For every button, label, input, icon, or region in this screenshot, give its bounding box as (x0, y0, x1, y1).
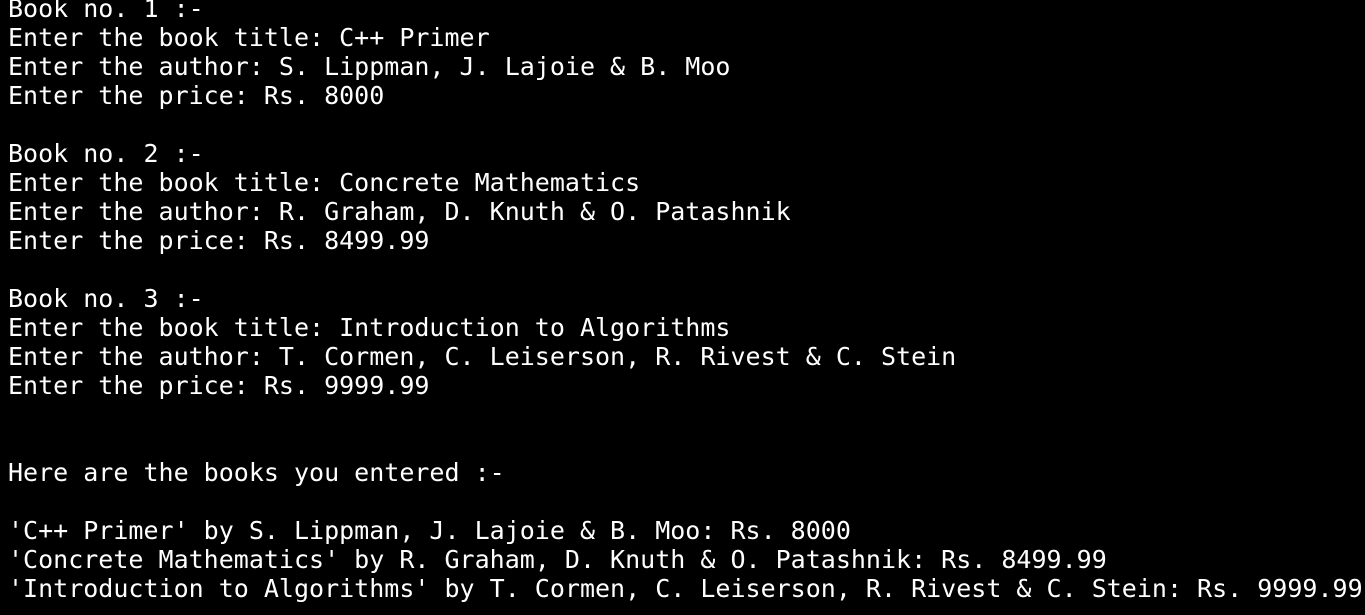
title-prompt-line: Enter the book title: Concrete Mathemati… (8, 168, 641, 197)
summary-line: 'Introduction to Algorithms' by T. Corme… (8, 574, 1363, 603)
author-prompt-line: Enter the author: R. Graham, D. Knuth & … (8, 197, 791, 226)
book-heading: Book no. 1 :- (8, 0, 204, 23)
book-heading: Book no. 3 :- (8, 284, 204, 313)
price-prompt-line: Enter the price: Rs. 9999.99 (8, 371, 430, 400)
summary-line: 'Concrete Mathematics' by R. Graham, D. … (8, 545, 1107, 574)
title-prompt-line: Enter the book title: C++ Primer (8, 23, 490, 52)
summary-heading: Here are the books you entered :- (8, 458, 505, 487)
price-prompt-line: Enter the price: Rs. 8499.99 (8, 226, 430, 255)
price-prompt-line: Enter the price: Rs. 8000 (8, 81, 385, 110)
terminal-window[interactable]: Book no. 1 :- Enter the book title: C++ … (0, 0, 1365, 609)
author-prompt-line: Enter the author: T. Cormen, C. Leiserso… (8, 342, 957, 371)
book-heading: Book no. 2 :- (8, 139, 204, 168)
summary-line: 'C++ Primer' by S. Lippman, J. Lajoie & … (8, 516, 851, 545)
title-prompt-line: Enter the book title: Introduction to Al… (8, 313, 731, 342)
author-prompt-line: Enter the author: S. Lippman, J. Lajoie … (8, 52, 731, 81)
